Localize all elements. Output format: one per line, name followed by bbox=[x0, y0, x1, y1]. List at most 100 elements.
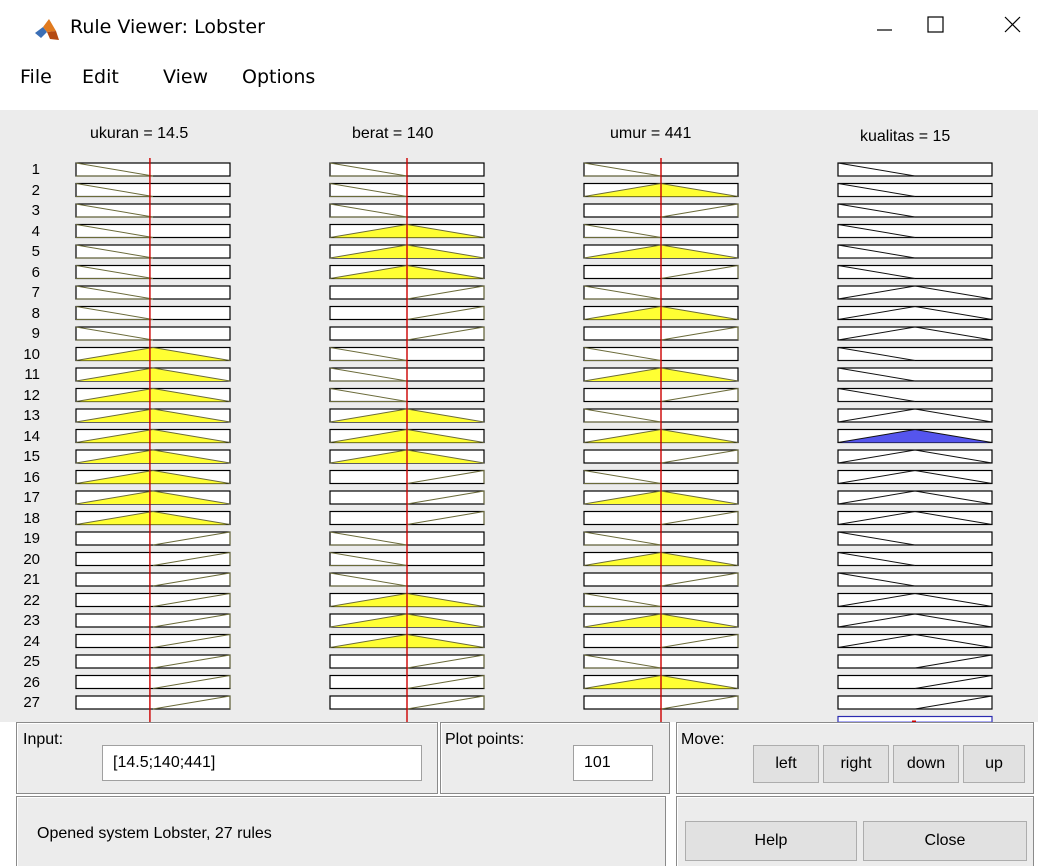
output-mf-cell bbox=[837, 346, 993, 362]
mf-frame bbox=[837, 674, 993, 690]
output-mf-cell bbox=[837, 633, 993, 649]
output-mf-cell bbox=[837, 223, 993, 239]
input-mf-cell bbox=[75, 285, 231, 300]
menu-view[interactable]: View bbox=[163, 66, 208, 88]
mf-frame bbox=[75, 695, 231, 710]
input-field[interactable]: [14.5;140;441] bbox=[102, 745, 422, 781]
mf-frame bbox=[75, 182, 231, 198]
input-mf-cell bbox=[75, 346, 231, 362]
mf-frame bbox=[837, 613, 993, 628]
output-mf-cell bbox=[837, 490, 993, 505]
output-mf-cell bbox=[837, 551, 993, 567]
input-mf-cell bbox=[75, 326, 231, 341]
mf-frame bbox=[837, 387, 993, 403]
output-mf-cell bbox=[837, 244, 993, 259]
mf-frame bbox=[837, 695, 993, 710]
menu-file[interactable]: File bbox=[20, 66, 52, 88]
menu-bar: File Edit View Options bbox=[0, 52, 1038, 102]
close-button[interactable]: Close bbox=[863, 821, 1027, 861]
move-left-button[interactable]: left bbox=[753, 745, 819, 783]
input-mf-cell bbox=[75, 203, 231, 218]
mf-frame bbox=[75, 633, 231, 649]
mf-frame bbox=[837, 551, 993, 567]
help-button[interactable]: Help bbox=[685, 821, 857, 861]
rule-plots[interactable] bbox=[0, 110, 1038, 722]
mf-frame bbox=[837, 223, 993, 239]
help-close-panel: Help Close bbox=[676, 796, 1034, 866]
input-mf-cell bbox=[75, 592, 231, 608]
mf-frame bbox=[837, 531, 993, 546]
mf-frame bbox=[837, 162, 993, 177]
input-mf-cell bbox=[75, 387, 231, 403]
input-mf-cell bbox=[75, 551, 231, 567]
mf-frame bbox=[837, 346, 993, 362]
plot-points-panel: Plot points: 101 bbox=[440, 722, 670, 794]
output-mf-cell bbox=[837, 592, 993, 608]
status-text: Opened system Lobster, 27 rules bbox=[37, 825, 272, 842]
output-mf-cell bbox=[837, 428, 993, 444]
mf-frame bbox=[837, 367, 993, 382]
mf-frame bbox=[75, 223, 231, 239]
input-mf-cell bbox=[75, 510, 231, 526]
window-title: Rule Viewer: Lobster bbox=[70, 16, 265, 38]
input-mf-cell bbox=[75, 531, 231, 546]
output-mf-cell bbox=[837, 654, 993, 669]
input-mf-cell bbox=[75, 490, 231, 505]
output-mf-cell bbox=[837, 387, 993, 403]
move-right-button[interactable]: right bbox=[823, 745, 889, 783]
input-mf-cell bbox=[75, 674, 231, 690]
mf-frame bbox=[837, 592, 993, 608]
input-mf-cell bbox=[75, 633, 231, 649]
status-panel: Opened system Lobster, 27 rules bbox=[16, 796, 666, 866]
output-mf-cell bbox=[837, 469, 993, 485]
mf-frame bbox=[75, 531, 231, 546]
input-mf-cell bbox=[75, 182, 231, 198]
mf-frame bbox=[837, 305, 993, 321]
menu-options[interactable]: Options bbox=[242, 66, 315, 88]
mf-frame bbox=[75, 285, 231, 300]
title-bar: Rule Viewer: Lobster bbox=[0, 0, 1038, 52]
mf-frame bbox=[75, 674, 231, 690]
move-label: Move: bbox=[681, 731, 725, 748]
input-label: Input: bbox=[23, 731, 64, 748]
mf-frame bbox=[75, 326, 231, 341]
output-mf-cell bbox=[837, 531, 993, 546]
output-mf-cell bbox=[837, 182, 993, 198]
matlab-icon bbox=[34, 18, 60, 42]
input-panel: Input: [14.5;140;441] bbox=[16, 722, 438, 794]
input-mf-cell bbox=[75, 264, 231, 280]
mf-frame bbox=[75, 654, 231, 669]
mf-frame bbox=[75, 305, 231, 321]
output-mf-cell bbox=[837, 305, 993, 321]
output-mf-cell bbox=[837, 408, 993, 423]
move-down-button[interactable]: down bbox=[893, 745, 959, 783]
output-mf-cell bbox=[837, 695, 993, 710]
mf-frame bbox=[75, 613, 231, 628]
output-mf-cell bbox=[837, 203, 993, 218]
close-window-button[interactable] bbox=[990, 8, 1036, 48]
move-up-button[interactable]: up bbox=[963, 745, 1025, 783]
mf-frame bbox=[837, 654, 993, 669]
input-mf-cell bbox=[75, 223, 231, 239]
input-mf-cell bbox=[75, 469, 231, 485]
menu-edit[interactable]: Edit bbox=[82, 66, 119, 88]
mf-frame bbox=[837, 490, 993, 505]
minimize-button[interactable] bbox=[862, 8, 908, 48]
mf-frame bbox=[837, 510, 993, 526]
plot-points-label: Plot points: bbox=[445, 731, 525, 748]
mf-frame bbox=[75, 244, 231, 259]
output-mf-cell bbox=[837, 449, 993, 464]
input-mf-cell bbox=[75, 244, 231, 259]
plot-points-field[interactable]: 101 bbox=[573, 745, 653, 781]
output-mf-cell bbox=[837, 367, 993, 382]
mf-frame bbox=[837, 469, 993, 485]
output-mf-cell bbox=[837, 674, 993, 690]
mf-frame bbox=[75, 203, 231, 218]
mf-frame bbox=[75, 551, 231, 567]
mf-frame bbox=[837, 244, 993, 259]
maximize-button[interactable] bbox=[912, 8, 958, 48]
mf-frame bbox=[837, 182, 993, 198]
mf-frame bbox=[75, 592, 231, 608]
move-panel: Move: left right down up bbox=[676, 722, 1034, 794]
input-mf-cell bbox=[75, 408, 231, 423]
